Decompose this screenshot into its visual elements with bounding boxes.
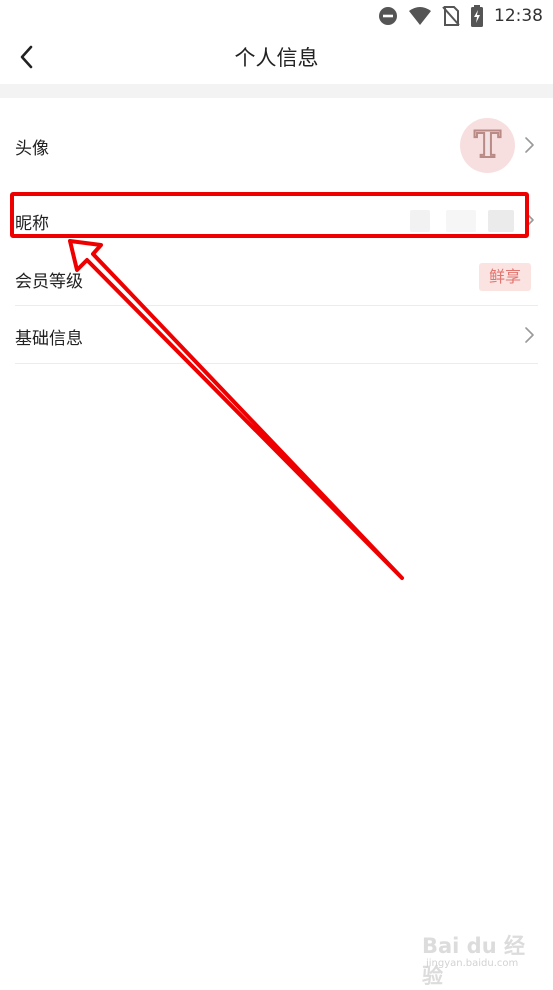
row-label-member-level: 会员等级 bbox=[15, 272, 83, 292]
header: 个人信息 bbox=[0, 32, 553, 82]
row-basic-info[interactable]: 基础信息 bbox=[0, 306, 553, 364]
status-time: 12:38 bbox=[494, 6, 543, 26]
row-label-basic-info: 基础信息 bbox=[15, 329, 83, 349]
member-level-badge: 鲜享 bbox=[479, 263, 531, 291]
section-divider bbox=[0, 84, 553, 98]
watermark-url: jingyan.baidu.com bbox=[426, 958, 519, 969]
row-member-level[interactable]: 会员等级 bbox=[0, 248, 553, 306]
chevron-right-icon bbox=[525, 327, 534, 343]
battery-charging-icon bbox=[471, 5, 483, 27]
row-divider bbox=[15, 363, 538, 364]
status-icons: 12:38 bbox=[378, 4, 543, 28]
row-label-avatar: 头像 bbox=[15, 139, 49, 159]
avatar-letter: T bbox=[473, 123, 502, 167]
watermark: Bai du 经验 jingyan.baidu.com bbox=[422, 930, 532, 988]
do-not-disturb-icon bbox=[379, 7, 397, 25]
wifi-icon bbox=[409, 7, 431, 25]
status-bar: 12:38 bbox=[0, 0, 553, 32]
no-sim-icon bbox=[442, 6, 460, 26]
avatar[interactable]: T bbox=[460, 118, 515, 173]
page-title: 个人信息 bbox=[234, 46, 319, 70]
annotation-highlight-box bbox=[10, 192, 529, 238]
chevron-right-icon bbox=[525, 137, 534, 153]
